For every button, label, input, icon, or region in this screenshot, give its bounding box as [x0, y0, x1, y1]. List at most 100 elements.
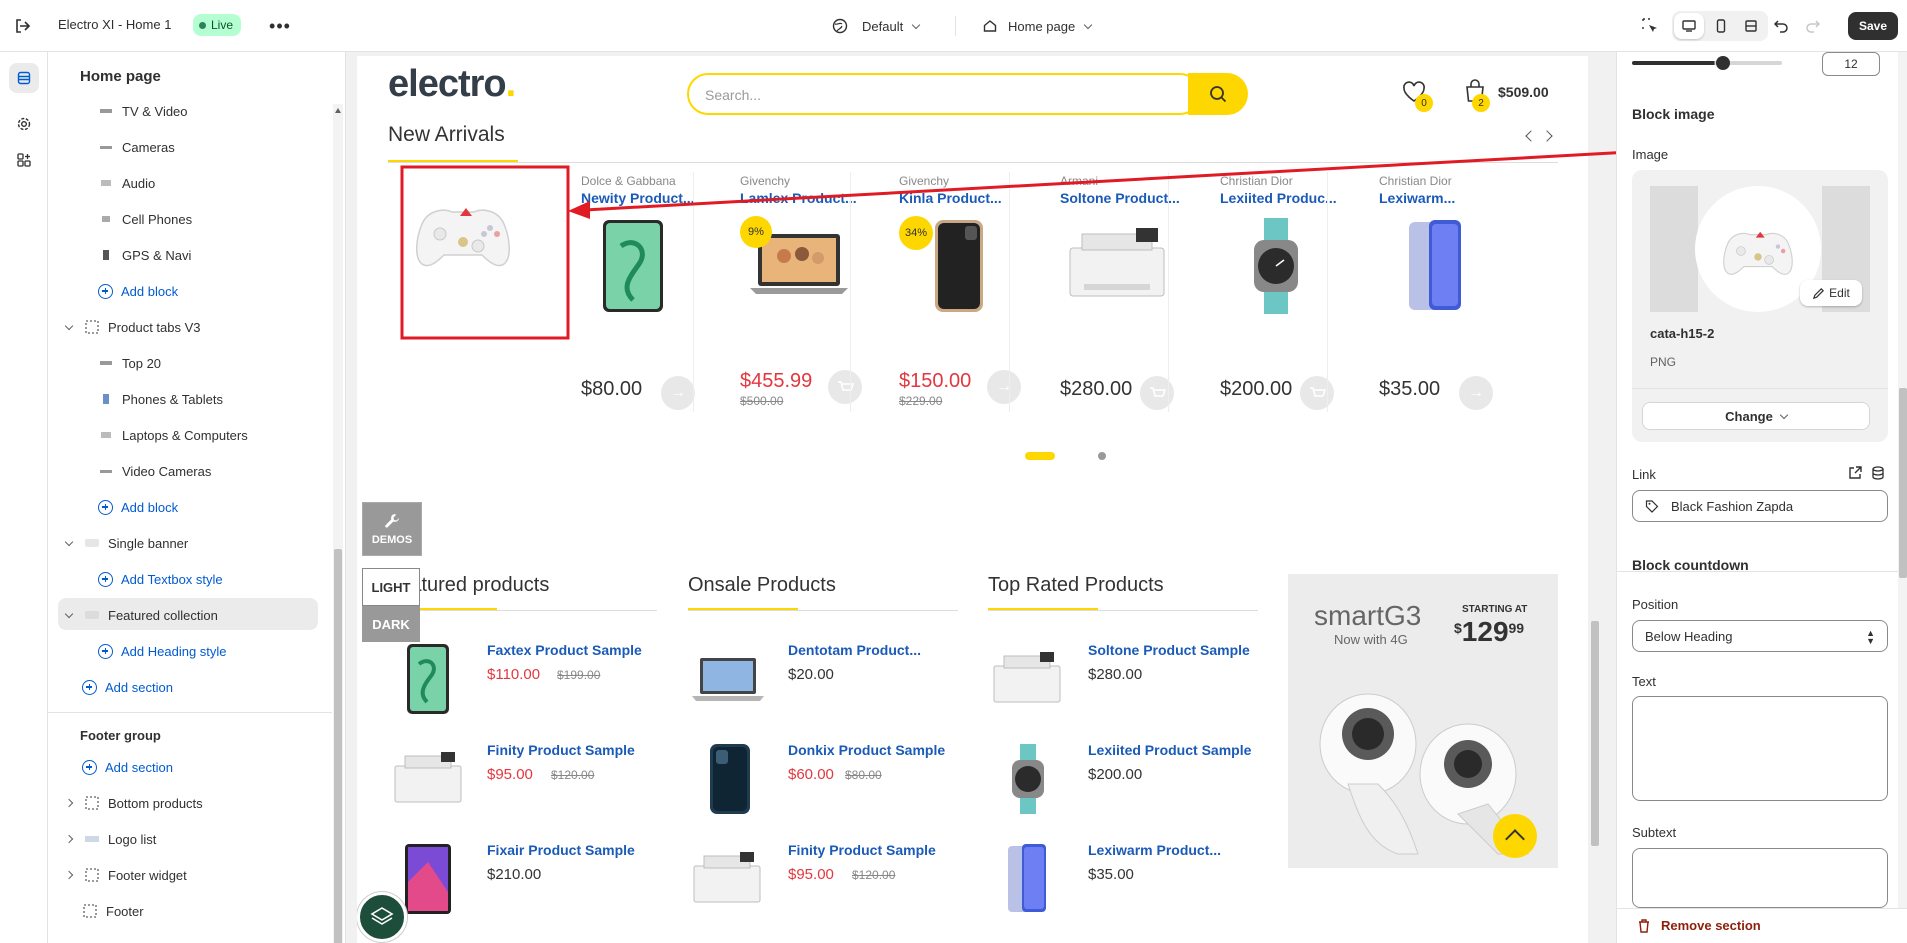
- add-to-cart-button[interactable]: [1300, 376, 1334, 410]
- scrollbar-thumb[interactable]: [1591, 621, 1599, 846]
- sidebar-item-single-banner[interactable]: Single banner: [64, 528, 188, 558]
- link-input[interactable]: Black Fashion Zapda: [1632, 490, 1888, 522]
- sidebar-item-gps-navi[interactable]: GPS & Navi: [98, 240, 191, 270]
- more-options-icon[interactable]: •••: [269, 16, 290, 36]
- sidebar-item-logo-list[interactable]: Logo list: [64, 824, 156, 854]
- add-to-cart-button[interactable]: [828, 370, 862, 404]
- list-item[interactable]: Fixair Product Sample $210.00: [387, 842, 677, 922]
- list-item[interactable]: Finity Product Sample $95.00 $120.00: [688, 842, 978, 922]
- cart-icon[interactable]: 2: [1463, 78, 1493, 112]
- arrival-item[interactable]: Givenchy Lamlex Product... 9% $455.99 $5…: [728, 164, 883, 414]
- list-item[interactable]: Faxtex Product Sample $110.00 $199.00: [387, 642, 677, 722]
- product-name[interactable]: Dentotam Product...: [788, 642, 921, 658]
- list-item[interactable]: Finity Product Sample $95.00 $120.00: [387, 742, 677, 822]
- add-to-cart-button[interactable]: →: [1459, 376, 1493, 410]
- list-item[interactable]: Lexiited Product Sample $200.00: [988, 742, 1278, 822]
- add-heading-style-button[interactable]: Add Heading style: [98, 636, 227, 666]
- open-link-icon[interactable]: [1847, 465, 1863, 481]
- carousel-prev-icon[interactable]: [1525, 130, 1537, 142]
- arrival-item[interactable]: Dolce & Gabbana Newity Product... $80.00…: [569, 164, 695, 414]
- product-name[interactable]: Soltone Product...: [1060, 190, 1180, 206]
- edit-image-button[interactable]: Edit: [1800, 280, 1862, 306]
- save-button[interactable]: Save: [1848, 12, 1898, 40]
- sidebar-item-featured-collection[interactable]: Featured collection: [64, 600, 218, 630]
- preview-scrollbar[interactable]: [1590, 56, 1600, 943]
- carousel-dot-active[interactable]: [1025, 452, 1055, 460]
- settings-rail-button[interactable]: [9, 109, 39, 139]
- back-to-top-button[interactable]: [1493, 814, 1537, 858]
- redo-icon[interactable]: [1804, 16, 1824, 36]
- inspector-icon[interactable]: [1640, 16, 1660, 36]
- arrival-item[interactable]: Givenchy Kinla Product... 34% $150.00 $2…: [887, 164, 1042, 414]
- fullscreen-view-button[interactable]: [1736, 13, 1766, 39]
- sidebar-scrollbar[interactable]: [333, 104, 343, 943]
- product-name[interactable]: Lexiwarm Product...: [1088, 842, 1221, 858]
- theme-selector[interactable]: Default: [832, 14, 921, 38]
- scroll-up-arrow-icon[interactable]: [335, 108, 341, 113]
- database-icon[interactable]: [1870, 465, 1886, 481]
- undo-icon[interactable]: [1770, 16, 1790, 36]
- sidebar-item-phones-tablets[interactable]: Phones & Tablets: [98, 384, 223, 414]
- list-item[interactable]: Dentotam Product... $20.00: [688, 642, 978, 722]
- product-name[interactable]: Lexiwarm...: [1379, 190, 1499, 206]
- arrival-item[interactable]: Armani Soltone Product... $280.00: [1048, 164, 1203, 414]
- sidebar-item-laptops-computers[interactable]: Laptops & Computers: [98, 420, 248, 450]
- subtext-textarea[interactable]: [1632, 848, 1888, 908]
- arrival-item[interactable]: Christian Dior Lexiwarm... $35.00 →: [1367, 164, 1522, 414]
- sidebar-item-tv-video[interactable]: TV & Video: [98, 96, 188, 126]
- add-section-button[interactable]: Add section: [82, 672, 173, 702]
- product-name[interactable]: Lexiited Produc...: [1220, 190, 1340, 206]
- sidebar-item-top-20[interactable]: Top 20: [98, 348, 161, 378]
- store-search-button[interactable]: [1188, 73, 1248, 115]
- desktop-view-button[interactable]: [1674, 13, 1704, 39]
- product-name[interactable]: Newity Product...: [581, 190, 693, 206]
- add-textbox-style-button[interactable]: Add Textbox style: [98, 564, 223, 594]
- product-name[interactable]: Lexiited Product Sample: [1088, 742, 1251, 758]
- sidebar-item-audio[interactable]: Audio: [98, 168, 155, 198]
- store-logo[interactable]: electro.: [388, 56, 516, 112]
- add-to-cart-button[interactable]: →: [661, 376, 695, 410]
- change-image-button[interactable]: Change: [1642, 402, 1870, 430]
- wishlist-icon[interactable]: 0: [1401, 80, 1433, 112]
- apps-rail-button[interactable]: [9, 145, 39, 175]
- slider-value-input[interactable]: 12: [1822, 52, 1880, 76]
- sidebar-item-footer[interactable]: Footer: [82, 896, 144, 926]
- exit-icon[interactable]: [12, 16, 32, 36]
- slider-thumb[interactable]: [1716, 56, 1730, 70]
- sidebar-item-video-cameras[interactable]: Video Cameras: [98, 456, 211, 486]
- dark-mode-button[interactable]: DARK: [362, 606, 420, 642]
- list-item[interactable]: Donkix Product Sample $60.00 $80.00: [688, 742, 978, 822]
- sidebar-item-product-tabs-v3[interactable]: Product tabs V3: [64, 312, 201, 342]
- sidebar-item-cell-phones[interactable]: Cell Phones: [98, 204, 192, 234]
- product-name[interactable]: Donkix Product Sample: [788, 742, 945, 758]
- carousel-dot[interactable]: [1098, 452, 1106, 460]
- position-select[interactable]: Below Heading ▲ ▼: [1632, 620, 1888, 652]
- sections-rail-button[interactable]: [9, 63, 39, 93]
- slider-track[interactable]: [1632, 61, 1782, 65]
- product-name[interactable]: Soltone Product Sample: [1088, 642, 1250, 658]
- product-name[interactable]: Fixair Product Sample: [487, 842, 635, 858]
- add-block-button[interactable]: Add block: [98, 276, 178, 306]
- arrival-item[interactable]: Christian Dior Lexiited Produc... $200.0…: [1208, 164, 1363, 414]
- add-to-cart-button[interactable]: →: [987, 370, 1021, 404]
- sidebar-item-footer-widget[interactable]: Footer widget: [64, 860, 187, 890]
- demos-button[interactable]: DEMOS: [362, 502, 422, 556]
- add-block-button[interactable]: Add block: [98, 492, 178, 522]
- scrollbar-thumb[interactable]: [1899, 388, 1907, 578]
- product-name[interactable]: Finity Product Sample: [788, 842, 936, 858]
- carousel-next-icon[interactable]: [1541, 130, 1553, 142]
- list-item[interactable]: Lexiwarm Product... $35.00: [988, 842, 1278, 922]
- sidebar-item-bottom-products[interactable]: Bottom products: [64, 788, 203, 818]
- product-name[interactable]: Kinla Product...: [899, 190, 1019, 206]
- store-search-input[interactable]: Search...: [687, 73, 1201, 115]
- block-image-preview[interactable]: [402, 184, 524, 284]
- text-textarea[interactable]: [1632, 696, 1888, 801]
- app-badge-icon[interactable]: [357, 892, 407, 942]
- product-name[interactable]: Faxtex Product Sample: [487, 642, 642, 658]
- sidebar-item-cameras[interactable]: Cameras: [98, 132, 175, 162]
- remove-section-button[interactable]: Remove section: [1637, 918, 1761, 933]
- product-name[interactable]: Lamlex Product...: [740, 190, 860, 206]
- mobile-view-button[interactable]: [1706, 13, 1736, 39]
- product-name[interactable]: Finity Product Sample: [487, 742, 635, 758]
- settings-scrollbar[interactable]: [1898, 52, 1907, 908]
